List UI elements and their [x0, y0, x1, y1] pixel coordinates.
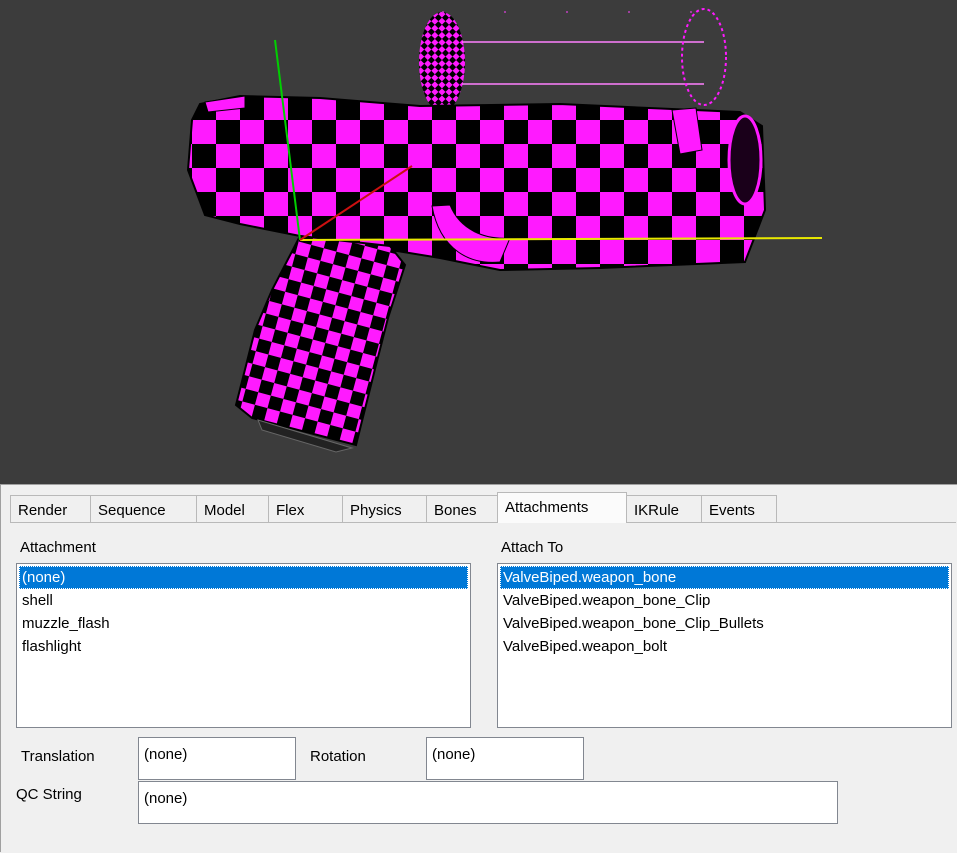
rotation-label: Rotation [310, 748, 366, 765]
tab-flex[interactable]: Flex [268, 495, 343, 522]
qc-string-field[interactable]: (none) [138, 781, 838, 824]
qc-string-label: QC String [16, 786, 82, 803]
attachment-item[interactable]: shell [19, 589, 468, 612]
tab-ikrule[interactable]: IKRule [626, 495, 702, 522]
tab-physics[interactable]: Physics [342, 495, 427, 522]
model-render [186, 8, 823, 453]
attach-to-item[interactable]: ValveBiped.weapon_bone_Clip_Bullets [500, 612, 949, 635]
attachments-page: Attachment (none) shell muzzle_flash fla… [10, 522, 956, 853]
tab-render[interactable]: Render [10, 495, 91, 522]
attach-to-label: Attach To [501, 539, 564, 556]
model-viewport[interactable] [0, 0, 957, 484]
attach-to-item[interactable]: ValveBiped.weapon_bone_Clip [500, 589, 949, 612]
translation-label: Translation [21, 748, 95, 765]
attachment-item[interactable]: (none) [19, 566, 468, 589]
tab-bones[interactable]: Bones [426, 495, 498, 522]
rotation-field[interactable]: (none) [426, 737, 584, 780]
flashlight-gizmo [419, 8, 727, 112]
translation-field[interactable]: (none) [138, 737, 296, 780]
tab-model[interactable]: Model [196, 495, 269, 522]
attachment-item[interactable]: flashlight [19, 635, 468, 658]
attach-to-item[interactable]: ValveBiped.weapon_bolt [500, 635, 949, 658]
attachment-list[interactable]: (none) shell muzzle_flash flashlight [16, 563, 471, 728]
attachment-item[interactable]: muzzle_flash [19, 612, 468, 635]
tab-attachments[interactable]: Attachments [497, 492, 627, 523]
controls-panel: Render Sequence Model Flex Physics Bones… [0, 484, 957, 852]
attach-to-item[interactable]: ValveBiped.weapon_bone [500, 566, 949, 589]
attachment-label: Attachment [20, 539, 96, 556]
tab-sequence[interactable]: Sequence [90, 495, 197, 522]
tab-events[interactable]: Events [701, 495, 777, 522]
attach-to-list[interactable]: ValveBiped.weapon_bone ValveBiped.weapon… [497, 563, 952, 728]
